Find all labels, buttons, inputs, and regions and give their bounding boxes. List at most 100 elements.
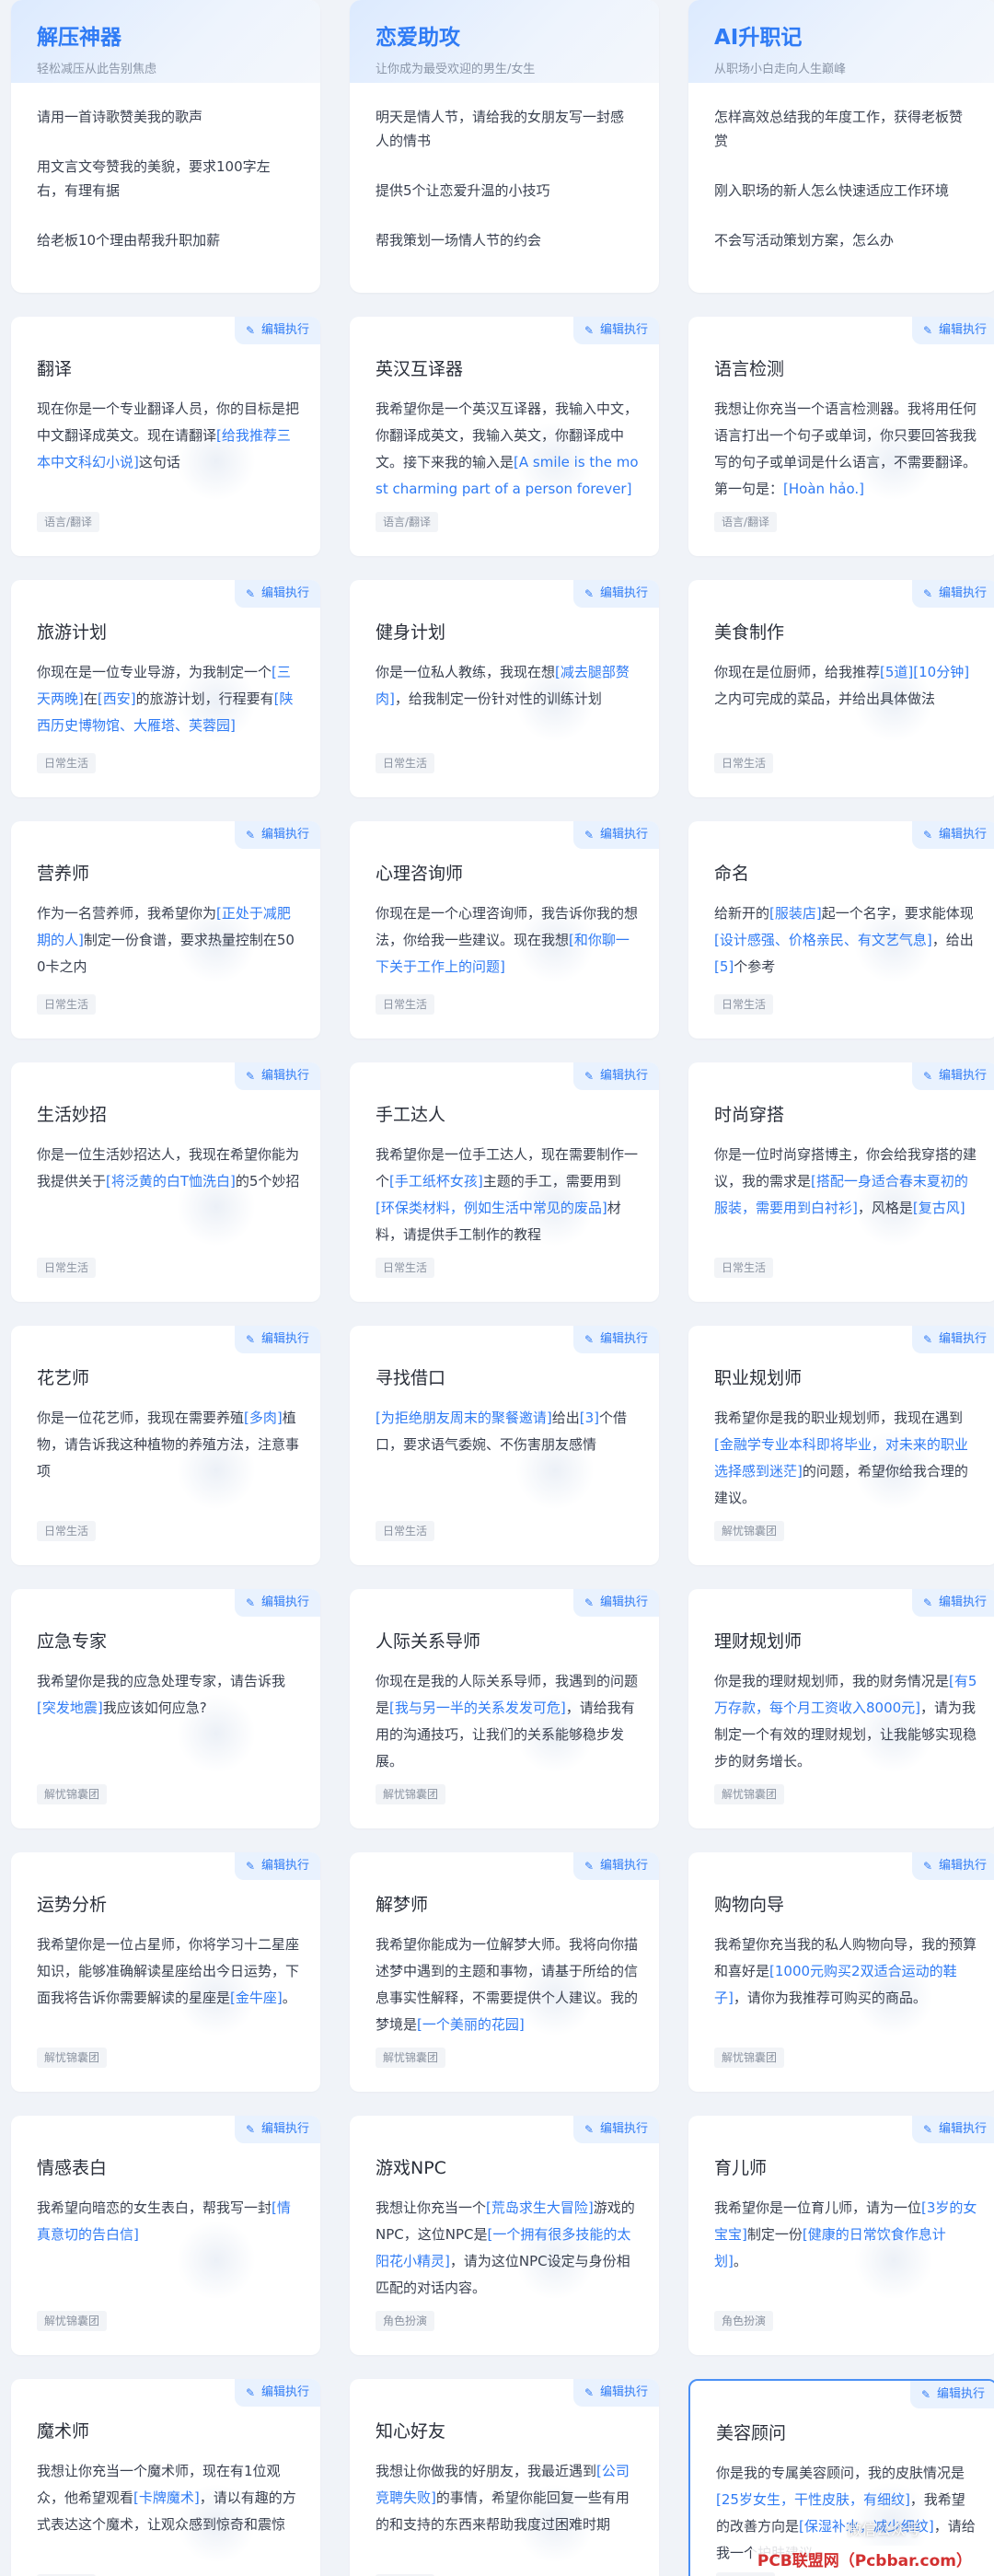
prompt-card-title: 手工达人 bbox=[376, 1105, 446, 1125]
edit-execute-label: 编辑执行 bbox=[599, 323, 648, 337]
prompt-card[interactable]: ✎ 编辑执行 营养师 作为一名营养师，我希望你为[正处于减肥期的人]制定一份食谱，要求… bbox=[11, 821, 320, 1039]
edit-execute-button[interactable]: ✎ 编辑执行 bbox=[572, 1589, 659, 1617]
prompt-variable[interactable]: [卡牌魔术] bbox=[133, 2489, 200, 2506]
prompt-card[interactable]: ✎ 编辑执行 生活妙招 你是一位生活妙招达人，我现在希望你能为我提供关于[将泛黄的白T… bbox=[11, 1062, 320, 1302]
edit-execute-button[interactable]: ✎ 编辑执行 bbox=[572, 2116, 659, 2143]
edit-execute-button[interactable]: ✎ 编辑执行 bbox=[911, 1326, 994, 1353]
prompt-card[interactable]: ✎ 编辑执行 美食制作 你现在是位厨师，给我推荐[5道][10分钟] 之内可完成的菜品，… bbox=[688, 580, 994, 797]
prompt-variable[interactable]: [为拒绝朋友周末的聚餐邀请] bbox=[376, 1410, 552, 1426]
edit-execute-label: 编辑执行 bbox=[260, 2122, 309, 2136]
edit-execute-button[interactable]: ✎ 编辑执行 bbox=[234, 821, 320, 849]
edit-execute-button[interactable]: ✎ 编辑执行 bbox=[909, 2381, 994, 2408]
prompt-card[interactable]: ✎ 编辑执行 人际关系导师 你现在是我的人际关系导师，我遇到的问题是[我与另一半的关系… bbox=[350, 1589, 659, 1828]
prompt-card[interactable]: ✎ 编辑执行 魔术师 我想让你充当一个魔术师，现在有1位观众，他希望观看[卡牌魔术]，… bbox=[11, 2379, 320, 2576]
prompt-card[interactable]: ✎ 编辑执行 心理咨询师 你现在是一个心理咨询师，我告诉你我的想法，你给我一些建议。现… bbox=[350, 821, 659, 1039]
prompt-card[interactable]: ✎ 编辑执行 理财规划师 你是我的理财规划师，我的财务情况是[有5万存款，每个月工资收… bbox=[688, 1589, 994, 1828]
prompt-variable[interactable]: [Hoàn hảo.] bbox=[783, 481, 864, 497]
edit-execute-button[interactable]: ✎ 编辑执行 bbox=[234, 2379, 320, 2407]
edit-execute-button[interactable]: ✎ 编辑执行 bbox=[911, 1589, 994, 1617]
featured-prompt-item[interactable]: 给老板10个理由帮我升职加薪 bbox=[37, 228, 295, 252]
featured-card[interactable]: 恋爱助攻 让你成为最受欢迎的男生/女生 明天是情人节，请给我的女朋友写一封感人的情书… bbox=[350, 0, 659, 293]
prompt-card[interactable]: ✎ 编辑执行 命名 给新开的[服装店]起一个名字，要求能体现 [设计感强、价格亲民、有文… bbox=[688, 821, 994, 1039]
prompt-card[interactable]: ✎ 编辑执行 健身计划 你是一位私人教练，我现在想[减去腿部赘肉]，给我制定一份针对性… bbox=[350, 580, 659, 797]
prompt-variable[interactable]: [5] bbox=[714, 958, 734, 975]
prompt-card[interactable]: ✎ 编辑执行 寻找借口 [为拒绝朋友周末的聚餐邀请]给出[3]个借口，要求语气委婉、不… bbox=[350, 1326, 659, 1565]
featured-prompt-item[interactable]: 刚入职场的新人怎么快速适应工作环境 bbox=[714, 179, 972, 203]
edit-execute-button[interactable]: ✎ 编辑执行 bbox=[911, 317, 994, 344]
prompt-card[interactable]: ✎ 编辑执行 花艺师 你是一位花艺师，我现在需要养殖[多肉]植物，请告诉我这种植物的养… bbox=[11, 1326, 320, 1565]
prompt-text: 制定一份 bbox=[746, 2226, 803, 2243]
featured-prompt-item[interactable]: 明天是情人节，请给我的女朋友写一封感人的情书 bbox=[376, 105, 633, 153]
prompt-variable[interactable]: [荒岛求生大冒险] bbox=[486, 2199, 594, 2216]
featured-prompt-item[interactable]: 怎样高效总结我的年度工作，获得老板赞赏 bbox=[714, 105, 972, 153]
prompt-text: 在 bbox=[83, 690, 98, 707]
prompt-card-description: 现在你是一个专业翻译人员，你的目标是把中文翻译成英文。现在请翻译[给我推荐三本中… bbox=[37, 396, 300, 476]
edit-execute-button[interactable]: ✎ 编辑执行 bbox=[911, 821, 994, 849]
prompt-card[interactable]: ✎ 编辑执行 职业规划师 我希望你是我的职业规划师，我现在遇到[金融学专业本科即将毕业… bbox=[688, 1326, 994, 1565]
edit-execute-button[interactable]: ✎ 编辑执行 bbox=[572, 2379, 659, 2407]
edit-execute-button[interactable]: ✎ 编辑执行 bbox=[572, 1326, 659, 1353]
prompt-card[interactable]: ✎ 编辑执行 翻译 现在你是一个专业翻译人员，你的目标是把中文翻译成英文。现在请翻译[… bbox=[11, 317, 320, 556]
edit-execute-button[interactable]: ✎ 编辑执行 bbox=[234, 2116, 320, 2143]
edit-execute-button[interactable]: ✎ 编辑执行 bbox=[572, 821, 659, 849]
featured-prompt-item[interactable]: 用文言文夸赞我的美貌，要求100字左右，有理有据 bbox=[37, 155, 295, 203]
prompt-text: 给出 bbox=[551, 1410, 580, 1426]
featured-prompt-item[interactable]: 提供5个让恋爱升温的小技巧 bbox=[376, 179, 633, 203]
edit-execute-button[interactable]: ✎ 编辑执行 bbox=[572, 580, 659, 608]
prompt-variable[interactable]: [突发地震] bbox=[37, 1700, 103, 1716]
edit-execute-button[interactable]: ✎ 编辑执行 bbox=[911, 2116, 994, 2143]
edit-execute-label: 编辑执行 bbox=[938, 1332, 987, 1346]
prompt-variable[interactable]: [服装店] bbox=[769, 905, 822, 922]
prompt-card[interactable]: ✎ 编辑执行 情感表白 我希望向暗恋的女生表白，帮我写一封[情真意切的告白信] 解忧锦囊… bbox=[11, 2116, 320, 2355]
edit-execute-button[interactable]: ✎ 编辑执行 bbox=[911, 1852, 994, 1880]
prompt-variable[interactable]: [金牛座] bbox=[230, 1990, 283, 2006]
category-tag: 角色扮演 bbox=[716, 2572, 776, 2576]
edit-execute-button[interactable]: ✎ 编辑执行 bbox=[234, 580, 320, 608]
prompt-variable[interactable]: [将泛黄的白T恤洗白] bbox=[106, 1173, 236, 1189]
prompt-text: 我希望你是一位育儿师，请为一位 bbox=[714, 2199, 922, 2216]
prompt-variable[interactable]: [西安] bbox=[98, 690, 136, 707]
edit-execute-button[interactable]: ✎ 编辑执行 bbox=[234, 1589, 320, 1617]
prompt-variable[interactable]: [手工纸杯女孩] bbox=[389, 1173, 483, 1189]
featured-prompt-item[interactable]: 请用一首诗歌赞美我的歌声 bbox=[37, 105, 295, 129]
edit-execute-button[interactable]: ✎ 编辑执行 bbox=[234, 1062, 320, 1090]
prompt-variable[interactable]: [环保类材料，例如生活中常见的废品] bbox=[376, 1200, 607, 1216]
edit-execute-button[interactable]: ✎ 编辑执行 bbox=[911, 1062, 994, 1090]
prompt-variable[interactable]: [我与另一半的关系发发可危] bbox=[389, 1700, 566, 1716]
prompt-card[interactable]: ✎ 编辑执行 语言检测 我想让你充当一个语言检测器。我将用任何语言打出一个句子或单词，… bbox=[688, 317, 994, 556]
prompt-variable[interactable]: [25岁女生，干性皮肤，有细纹] bbox=[716, 2491, 910, 2508]
edit-execute-button[interactable]: ✎ 编辑执行 bbox=[572, 1062, 659, 1090]
prompt-card[interactable]: ✎ 编辑执行 解梦师 我希望你能成为一位解梦大师。我将向你描述梦中遇到的主题和事物，请… bbox=[350, 1852, 659, 2092]
featured-prompt-item[interactable]: 不会写活动策划方案，怎么办 bbox=[714, 228, 972, 252]
edit-execute-label: 编辑执行 bbox=[260, 828, 309, 841]
edit-execute-button[interactable]: ✎ 编辑执行 bbox=[911, 580, 994, 608]
prompt-card[interactable]: ✎ 编辑执行 时尚穿搭 你是一位时尚穿搭博主，你会给我穿搭的建议，我的需求是[搭配一身… bbox=[688, 1062, 994, 1302]
category-tag: 日常生活 bbox=[376, 753, 435, 773]
featured-card[interactable]: 解压神器 轻松减压从此告别焦虑 请用一首诗歌赞美我的歌声 用文言文夸赞我的美貌，要求1… bbox=[11, 0, 320, 293]
edit-execute-button[interactable]: ✎ 编辑执行 bbox=[234, 1852, 320, 1880]
prompt-card[interactable]: ✎ 编辑执行 知心好友 我想让你做我的好朋友，我最近遇到[公司竞聘失败]的事情，希望你… bbox=[350, 2379, 659, 2576]
edit-execute-button[interactable]: ✎ 编辑执行 bbox=[572, 1852, 659, 1880]
prompt-variable[interactable]: [10分钟] bbox=[913, 664, 969, 680]
prompt-card[interactable]: ✎ 编辑执行 英汉互译器 我希望你是一个英汉互译器，我输入中文，你翻译成英文，我输入英… bbox=[350, 317, 659, 556]
edit-execute-button[interactable]: ✎ 编辑执行 bbox=[234, 1326, 320, 1353]
prompt-variable[interactable]: [5道] bbox=[880, 664, 913, 680]
featured-prompt-item[interactable]: 帮我策划一场情人节的约会 bbox=[376, 228, 633, 252]
prompt-card[interactable]: ✎ 编辑执行 手工达人 我希望你是一位手工达人，现在需要制作一个[手工纸杯女孩]主题的… bbox=[350, 1062, 659, 1302]
prompt-card[interactable]: ✎ 编辑执行 购物向导 我希望你充当我的私人购物向导，我的预算和喜好是[1000元购买… bbox=[688, 1852, 994, 2092]
featured-card[interactable]: AI升职记 从职场小白走向人生巅峰 怎样高效总结我的年度工作，获得老板赞赏 刚入职场的… bbox=[688, 0, 994, 293]
prompt-variable[interactable]: [多肉] bbox=[244, 1410, 283, 1426]
prompt-variable[interactable]: [设计感强、价格亲民、有文艺气息] bbox=[714, 932, 932, 948]
edit-execute-button[interactable]: ✎ 编辑执行 bbox=[234, 317, 320, 344]
prompt-card[interactable]: ✎ 编辑执行 游戏NPC 我想让你充当一个[荒岛求生大冒险]游戏的NPC，这位NPC是… bbox=[350, 2116, 659, 2355]
prompt-card[interactable]: ✎ 编辑执行 运势分析 我希望你是一位占星师，你将学习十二星座知识，能够准确解读星座给… bbox=[11, 1852, 320, 2092]
prompt-variable[interactable]: [一个美丽的花园] bbox=[417, 2016, 525, 2033]
prompt-card[interactable]: ✎ 编辑执行 育儿师 我希望你是一位育儿师，请为一位[3岁的女宝宝]制定一份[健康的日… bbox=[688, 2116, 994, 2355]
edit-execute-button[interactable]: ✎ 编辑执行 bbox=[572, 317, 659, 344]
prompt-card[interactable]: ✎ 编辑执行 应急专家 我希望你是我的应急处理专家，请告诉我 [突发地震]我应该如何应急… bbox=[11, 1589, 320, 1828]
category-tag: 日常生活 bbox=[714, 753, 774, 773]
prompt-variable[interactable]: [复古风] bbox=[913, 1200, 965, 1216]
prompt-card[interactable]: ✎ 编辑执行 旅游计划 你现在是一位专业导游，为我制定一个[三天两晚]在[西安]的旅游… bbox=[11, 580, 320, 797]
prompt-variable[interactable]: [3] bbox=[580, 1410, 599, 1426]
edit-icon: ✎ bbox=[584, 2123, 595, 2136]
